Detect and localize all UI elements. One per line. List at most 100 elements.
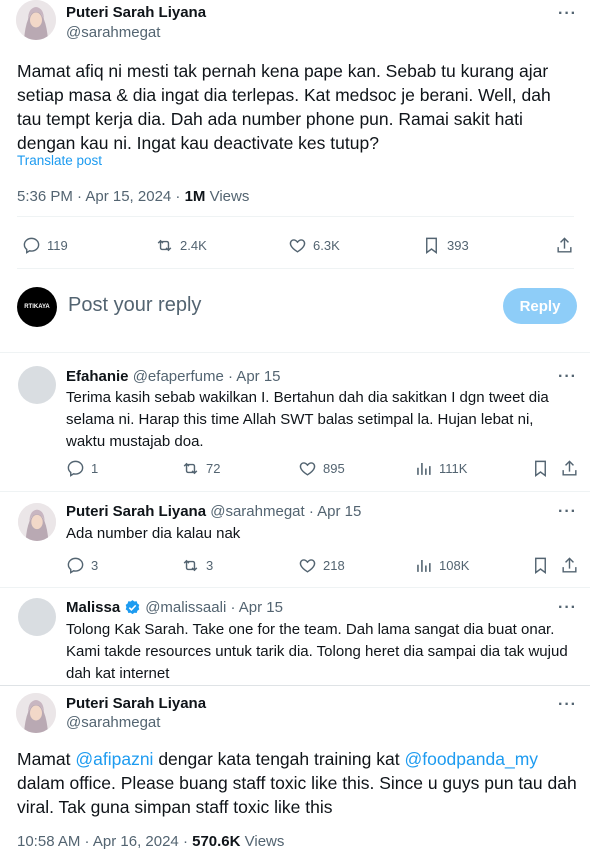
repost-icon: [183, 462, 198, 475]
author-name[interactable]: Puteri Sarah Liyana: [66, 695, 206, 712]
views-count: 108K: [439, 558, 470, 573]
share-action[interactable]: [560, 459, 579, 478]
avatar[interactable]: [18, 366, 56, 404]
like-action[interactable]: 6.3K: [288, 236, 340, 255]
reply-action[interactable]: 3: [66, 556, 98, 575]
reply-count: 1: [91, 461, 99, 476]
views-count: 111K: [439, 461, 468, 476]
divider: [0, 685, 590, 686]
reply-author-handle[interactable]: @sarahmegat · Apr 15: [210, 503, 361, 520]
reply-author-name[interactable]: Puteri Sarah Liyana: [66, 503, 206, 520]
reply-icon: [67, 557, 84, 574]
divider: [17, 268, 574, 269]
reply-count: 119: [47, 238, 68, 253]
share-icon: [562, 460, 577, 476]
reply-header: Malissa @malissaali · Apr 15: [66, 599, 283, 616]
compose-avatar[interactable]: RTIKAYA: [17, 287, 57, 327]
repost-action[interactable]: 72: [181, 459, 220, 478]
more-options-icon[interactable]: ···: [558, 368, 577, 386]
repost-count: 3: [206, 558, 214, 573]
reply-text: Ada number dia kalau nak: [66, 525, 241, 542]
tweet-text-part: Mamat: [17, 749, 76, 769]
translate-link[interactable]: Translate post: [17, 153, 102, 168]
reply-header: Efahanie @efaperfume · Apr 15: [66, 368, 281, 385]
views-action[interactable]: 111K: [414, 459, 467, 478]
views-icon: [417, 462, 431, 475]
avatar[interactable]: [18, 503, 56, 541]
divider: [17, 216, 574, 217]
reply-text: Tolong Kak Sarah. Take one for the team.…: [66, 621, 568, 682]
like-count: 218: [323, 558, 345, 573]
heart-icon: [289, 239, 306, 253]
heart-icon: [299, 559, 316, 573]
bookmark-icon: [535, 557, 546, 575]
profile-photo: [16, 0, 56, 40]
mention-link[interactable]: @foodpanda_my: [404, 749, 538, 769]
repost-count: 72: [206, 461, 221, 476]
reply-text: Terima kasih sebab wakilkan I. Bertahun …: [66, 389, 549, 450]
tweet-text-part: dengar kata tengah training kat: [153, 749, 405, 769]
tweet-timestamp: 5:36 PM · Apr 15, 2024 · 1M Views: [17, 188, 249, 205]
bookmark-icon: [426, 237, 437, 255]
reply-icon: [23, 237, 40, 254]
tweet-text-part: dalam office. Please buang staff toxic l…: [17, 773, 577, 817]
profile-photo: [18, 503, 56, 541]
share-action[interactable]: [560, 556, 579, 575]
tweet-timestamp: 10:58 AM · Apr 16, 2024 · 570.6K Views: [17, 833, 284, 850]
author-handle[interactable]: @sarahmegat: [66, 24, 160, 41]
repost-action[interactable]: 2.4K: [155, 236, 207, 255]
views-action[interactable]: 108K: [414, 556, 469, 575]
avatar[interactable]: [16, 693, 56, 733]
divider: [0, 352, 590, 353]
like-action[interactable]: 895: [298, 459, 345, 478]
like-count: 895: [323, 461, 345, 476]
avatar[interactable]: [18, 598, 56, 636]
reply-author-handle[interactable]: @efaperfume · Apr 15: [133, 368, 281, 385]
heart-icon: [299, 462, 316, 476]
repost-count: 2.4K: [180, 238, 207, 253]
bookmark-action[interactable]: [531, 556, 550, 575]
divider: [0, 491, 590, 492]
repost-action[interactable]: 3: [181, 556, 213, 575]
views-icon: [417, 559, 431, 572]
more-options-icon[interactable]: ···: [558, 5, 577, 23]
reply-icon: [67, 460, 84, 477]
share-action[interactable]: [555, 236, 574, 255]
reply-author-handle[interactable]: @malissaali · Apr 15: [145, 599, 283, 616]
views-count: 570.6K: [192, 833, 241, 850]
avatar[interactable]: [16, 0, 56, 40]
reply-action[interactable]: 1: [66, 459, 98, 478]
more-options-icon[interactable]: ···: [558, 696, 577, 714]
bookmark-action[interactable]: [531, 459, 550, 478]
mention-link[interactable]: @afipazni: [75, 749, 153, 769]
reply-action[interactable]: 119: [22, 236, 68, 255]
compose-avatar-text: RTIKAYA: [24, 304, 50, 310]
share-icon: [557, 237, 572, 253]
profile-photo: [16, 693, 56, 733]
author-handle[interactable]: @sarahmegat: [66, 714, 160, 731]
verified-badge-icon: [125, 600, 140, 615]
views-count: 1M: [184, 188, 206, 205]
reply-input[interactable]: Post your reply: [68, 294, 201, 317]
divider: [0, 587, 590, 588]
bookmark-count: 393: [447, 238, 469, 253]
share-icon: [562, 557, 577, 573]
reply-author-name[interactable]: Efahanie: [66, 368, 129, 385]
repost-icon: [183, 559, 198, 572]
author-name[interactable]: Puteri Sarah Liyana: [66, 4, 206, 21]
views-label: Views: [240, 833, 285, 850]
more-options-icon[interactable]: ···: [558, 503, 577, 521]
tweet-text: Mamat @afipazni dengar kata tengah train…: [17, 747, 577, 819]
like-count: 6.3K: [313, 238, 340, 253]
more-options-icon[interactable]: ···: [558, 599, 577, 617]
repost-icon: [157, 239, 172, 252]
reply-author-name[interactable]: Malissa: [66, 599, 120, 616]
reply-button[interactable]: Reply: [503, 288, 577, 324]
bookmark-icon: [535, 460, 546, 478]
timestamp-text: 10:58 AM · Apr 16, 2024 ·: [17, 833, 193, 850]
tweet-text: Mamat afiq ni mesti tak pernah kena pape…: [17, 61, 551, 153]
bookmark-action[interactable]: 393: [422, 236, 469, 255]
like-action[interactable]: 218: [298, 556, 345, 575]
timestamp-text: 5:36 PM · Apr 15, 2024 ·: [17, 188, 185, 205]
reply-count: 3: [91, 558, 99, 573]
